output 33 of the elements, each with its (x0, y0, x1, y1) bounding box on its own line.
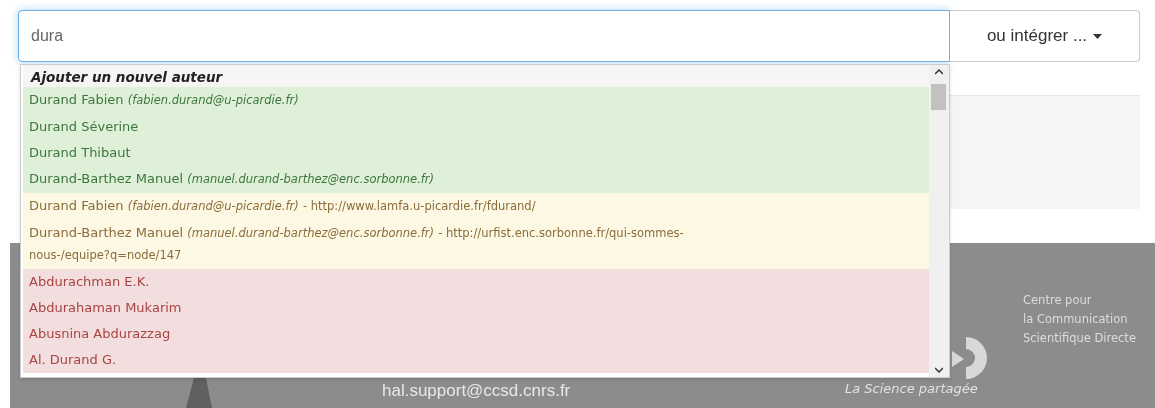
author-option[interactable]: Durand Fabien (fabien.durand@u-picardie.fr) - http://www.lamfa.u-picardie.fr/fdurand/ (23, 193, 929, 220)
add-author-option[interactable]: Ajouter un nouvel auteur (23, 65, 929, 87)
author-entry: Durand Fabien (fabien.durand@u-picardie.fr) - http://www.lamfa.u-picardie.fr/fdurand/ (29, 197, 537, 215)
author-option[interactable]: Durand-Barthez Manuel (manuel.durand-barthez@enc.sorbonne.fr) (23, 166, 929, 193)
author-option[interactable]: Durand Fabien (fabien.durand@u-picardie.fr) (23, 87, 929, 114)
author-entry: Durand Séverine (29, 118, 140, 136)
organization-name: la Communication (1023, 312, 1129, 326)
organization-name: Scientifique Directe (1023, 331, 1136, 345)
author-option[interactable]: Durand Séverine (23, 114, 929, 140)
caret-icon (1093, 33, 1103, 39)
author-entry: Durand-Barthez Manuel (manuel.durand-barthez@enc.sorbonne.fr) (29, 170, 436, 188)
author-option[interactable]: Abdurachman E.K. (23, 269, 929, 295)
author-entry: Abusnina Abdurazzag (29, 325, 172, 343)
scrollbar-thumb[interactable] (931, 84, 946, 110)
author-option[interactable]: Durand Thibaut (23, 140, 929, 166)
author-option[interactable]: Abdurahaman Mukarim (23, 295, 929, 321)
author-entry: Durand Fabien (fabien.durand@u-picardie.fr) (29, 91, 300, 109)
add-dropdown-button[interactable]: ou intégrer ... (950, 10, 1140, 62)
author-option[interactable]: Durand-Barthez Manuel (manuel.durand-barthez@enc.sorbonne.fr) - http://urfist.enc.sorbonne.fr/qui-sommes-nous-/equipe?q=node/147 (23, 220, 929, 269)
author-entry: Durand Thibaut (29, 144, 132, 162)
scrollbar[interactable] (929, 65, 949, 377)
author-entry: Durand-Barthez Manuel (manuel.durand-barthez@enc.sorbonne.fr) - http://urfist.enc.sorbonne.fr/qui-sommes-nous-/equipe?q=node/147 (29, 224, 685, 264)
scroll-down-icon[interactable] (935, 367, 943, 373)
support-email: hal.support@ccsd.cnrs.fr (382, 381, 571, 401)
search-field[interactable]: dura (18, 10, 950, 62)
author-entry: Abdurahaman Mukarim (29, 299, 183, 317)
author-entry: Al. Durand G. (29, 351, 118, 369)
organization-name: Centre pour (1023, 293, 1093, 307)
author-option[interactable]: Al. Durand G. (23, 347, 929, 373)
scroll-up-icon[interactable] (935, 69, 943, 75)
author-entry: Abdurachman E.K. (29, 273, 151, 291)
author-option[interactable]: Abusnina Abdurazzag (23, 321, 929, 347)
tagline: La Science partagée (845, 381, 978, 396)
